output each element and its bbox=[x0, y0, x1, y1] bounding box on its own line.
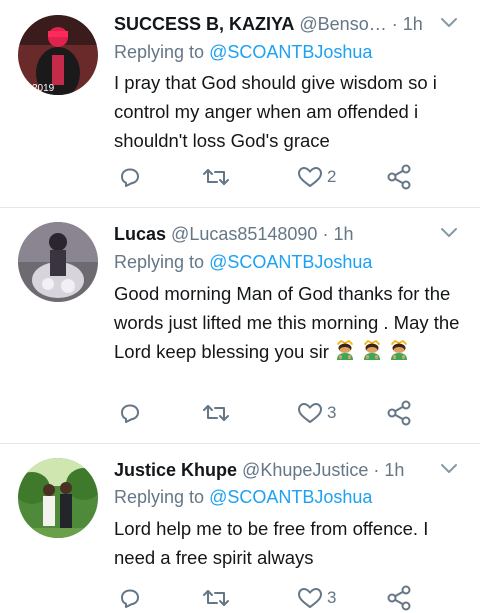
reply-button[interactable] bbox=[118, 583, 142, 613]
like-button[interactable]: 3 bbox=[297, 583, 336, 613]
avatar[interactable] bbox=[18, 458, 98, 538]
share-button[interactable] bbox=[386, 398, 412, 428]
reply-icon bbox=[121, 168, 139, 187]
like-count: 3 bbox=[327, 403, 337, 422]
share-button[interactable] bbox=[386, 583, 412, 613]
man-bowing-emoji bbox=[391, 340, 408, 360]
retweet-icon bbox=[203, 169, 229, 185]
like-button[interactable]: 3 bbox=[297, 398, 336, 428]
separator-dot: · bbox=[322, 224, 329, 244]
replying-to: Replying to @SCOANTBJoshua bbox=[114, 250, 372, 274]
tweet-actions: 3 bbox=[114, 398, 414, 428]
avatar[interactable]: 2019 bbox=[18, 15, 98, 95]
tweet-header: SUCCESS B, KAZIYA @Benso… · 1h bbox=[114, 11, 432, 37]
replying-to-label: Replying to bbox=[114, 42, 205, 62]
retweet-button[interactable] bbox=[202, 398, 230, 428]
caret-down-icon[interactable] bbox=[440, 17, 458, 29]
share-icon bbox=[387, 585, 411, 611]
retweet-button[interactable] bbox=[202, 583, 230, 613]
like-icon bbox=[298, 167, 322, 187]
caret-down-icon[interactable] bbox=[440, 227, 458, 239]
display-name[interactable]: SUCCESS B, KAZIYA bbox=[114, 14, 294, 34]
retweet-button[interactable] bbox=[202, 162, 230, 192]
display-name[interactable]: Justice Khupe bbox=[114, 460, 237, 480]
timestamp[interactable]: 1h bbox=[333, 224, 353, 244]
mention-link[interactable]: @SCOANTBJoshua bbox=[209, 252, 372, 272]
separator-dot: · bbox=[373, 460, 380, 480]
like-icon bbox=[298, 403, 322, 423]
tweet-card[interactable]: 2019 SUCCESS B, KAZIYA @Benso… · 1h Repl… bbox=[0, 0, 480, 208]
tweet-text: Lord help me to be free from offence. I … bbox=[114, 514, 466, 572]
tweet-text-content: Lord help me to be free from offence. I … bbox=[114, 518, 429, 568]
retweet-icon bbox=[203, 405, 229, 421]
tweet-header: Justice Khupe @KhupeJustice · 1h bbox=[114, 457, 432, 483]
display-name[interactable]: Lucas bbox=[114, 224, 166, 244]
like-button[interactable]: 2 bbox=[297, 162, 336, 192]
replying-to-label: Replying to bbox=[114, 487, 205, 507]
separator-dot: · bbox=[391, 14, 398, 34]
tweet-text: Good morning Man of God thanks for the w… bbox=[114, 279, 466, 366]
mention-link[interactable]: @SCOANTBJoshua bbox=[209, 487, 372, 507]
tweet-text: I pray that God should give wisdom so i … bbox=[114, 68, 466, 155]
mention-link[interactable]: @SCOANTBJoshua bbox=[209, 42, 372, 62]
avatar[interactable] bbox=[18, 222, 98, 302]
tweet-actions: 3 bbox=[114, 583, 414, 613]
timestamp[interactable]: 1h bbox=[384, 460, 404, 480]
user-handle[interactable]: @KhupeJustice bbox=[242, 460, 368, 480]
emoji-group bbox=[334, 340, 410, 362]
avatar-year-label: 2019 bbox=[32, 83, 55, 94]
reply-button[interactable] bbox=[118, 398, 142, 428]
man-bowing-emoji bbox=[364, 340, 381, 360]
user-handle[interactable]: @Benso… bbox=[299, 14, 386, 34]
tweet-text-content: I pray that God should give wisdom so i … bbox=[114, 72, 437, 151]
caret-down-icon[interactable] bbox=[440, 463, 458, 475]
like-icon bbox=[298, 588, 322, 608]
user-handle[interactable]: @Lucas85148090 bbox=[171, 224, 317, 244]
man-bowing-emoji bbox=[337, 340, 354, 360]
replying-to-label: Replying to bbox=[114, 252, 205, 272]
like-count: 2 bbox=[327, 167, 337, 186]
reply-icon bbox=[121, 589, 139, 608]
share-icon bbox=[387, 164, 411, 190]
tweet-card[interactable]: Justice Khupe @KhupeJustice · 1h Replyin… bbox=[0, 444, 480, 611]
reply-icon bbox=[121, 404, 139, 423]
share-button[interactable] bbox=[386, 162, 412, 192]
reply-button[interactable] bbox=[118, 162, 142, 192]
tweet-actions: 2 bbox=[114, 162, 414, 192]
replying-to: Replying to @SCOANTBJoshua bbox=[114, 485, 372, 509]
timestamp[interactable]: 1h bbox=[403, 14, 423, 34]
retweet-icon bbox=[203, 590, 229, 606]
replying-to: Replying to @SCOANTBJoshua bbox=[114, 40, 372, 64]
like-count: 3 bbox=[327, 588, 337, 607]
share-icon bbox=[387, 400, 411, 426]
tweet-header: Lucas @Lucas85148090 · 1h bbox=[114, 221, 432, 247]
tweet-card[interactable]: Lucas @Lucas85148090 · 1h Replying to @S… bbox=[0, 208, 480, 444]
